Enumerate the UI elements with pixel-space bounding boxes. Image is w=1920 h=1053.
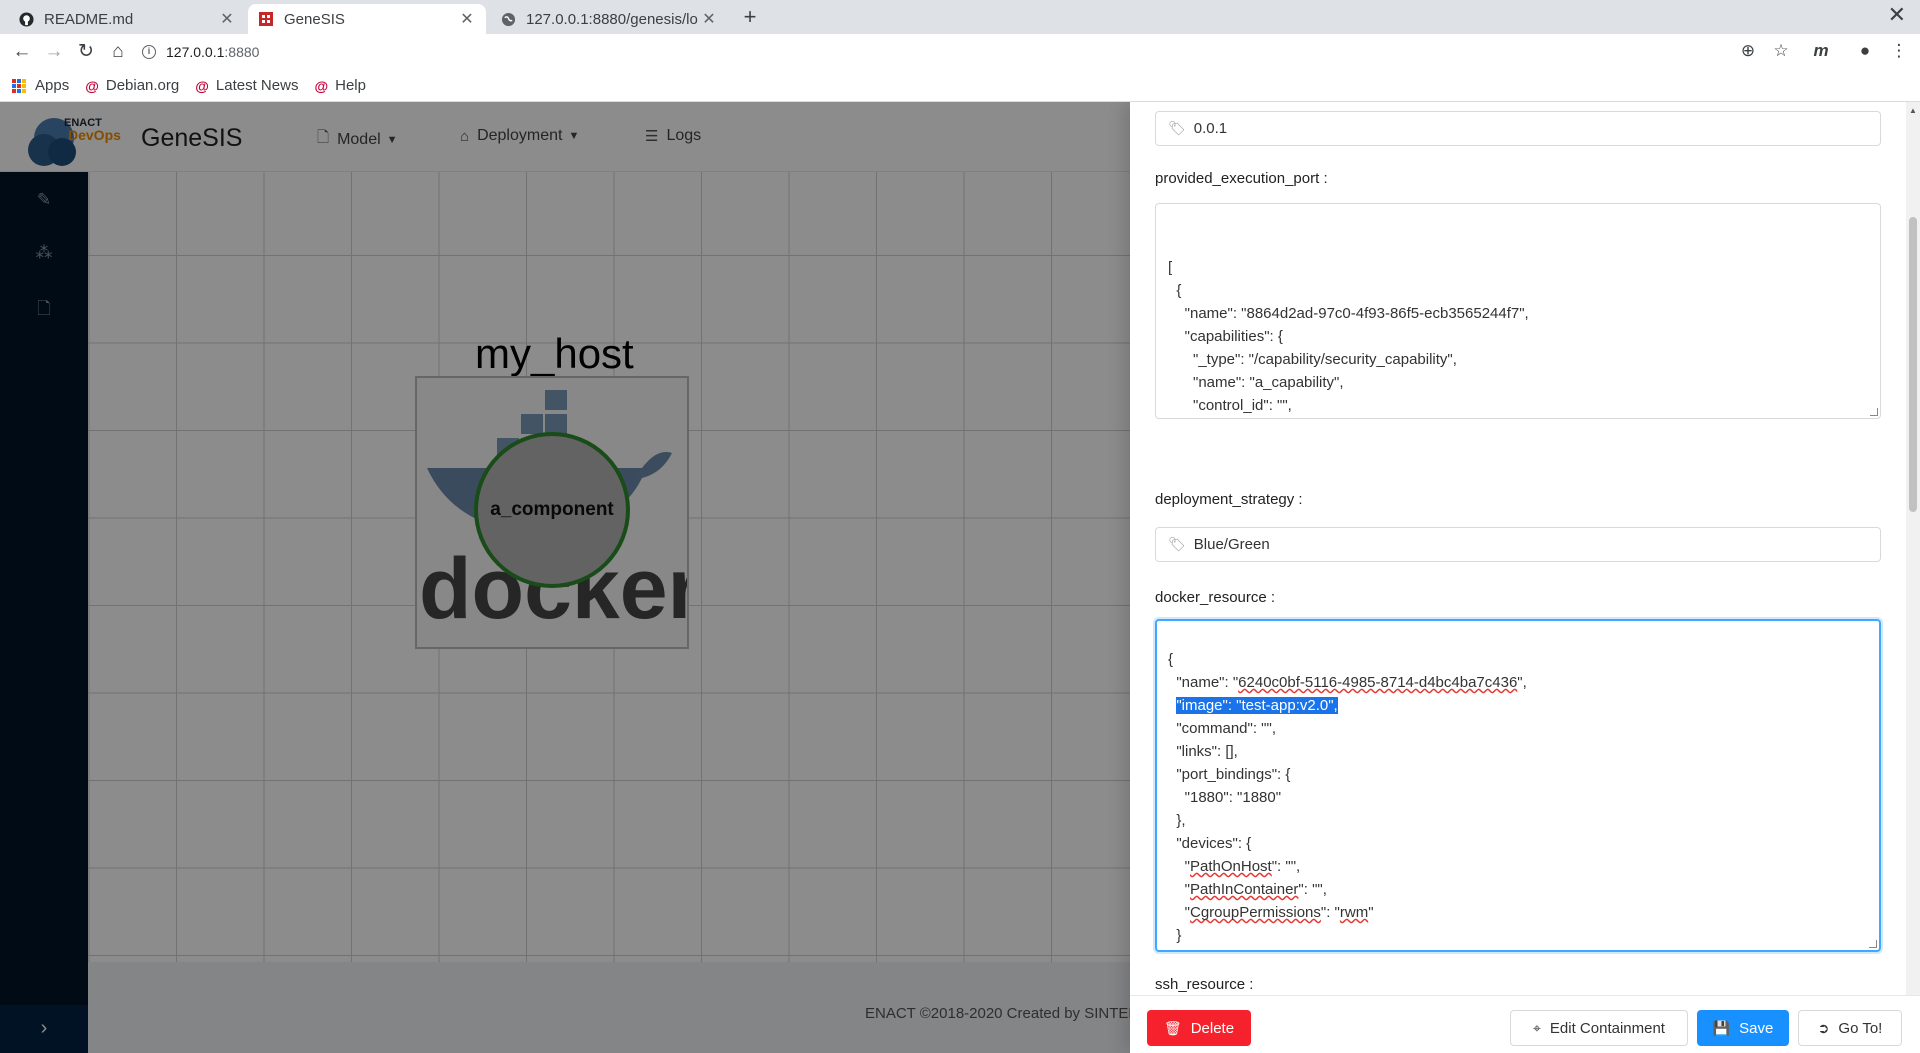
delete-button[interactable]: 🗑 Delete bbox=[1147, 1010, 1251, 1046]
extension-m-icon[interactable]: m bbox=[1810, 41, 1832, 61]
tag-icon: 🏷 bbox=[1168, 120, 1186, 136]
tab-genesis[interactable]: GeneSIS ✕ bbox=[248, 4, 486, 34]
bookmark-apps[interactable]: Apps bbox=[12, 77, 69, 94]
back-arrow-icon[interactable]: ← bbox=[10, 40, 34, 64]
debian-swirl-icon: @ bbox=[85, 77, 99, 94]
window-close-icon[interactable]: ✕ bbox=[1888, 2, 1906, 28]
goto-button[interactable]: ➲ Go To! bbox=[1798, 1010, 1902, 1046]
scroll-up-icon[interactable]: ▲ bbox=[1909, 106, 1917, 115]
github-icon bbox=[18, 11, 34, 27]
close-icon[interactable]: ✕ bbox=[458, 9, 476, 29]
save-icon: 💾 bbox=[1712, 1019, 1731, 1036]
location-pin-icon: ⌖ bbox=[1533, 1019, 1541, 1036]
arrow-circle-right-icon: ➲ bbox=[1817, 1019, 1830, 1036]
ssh-resource-label: ssh_resource : bbox=[1155, 976, 1254, 993]
provided-execution-port-label: provided_execution_port : bbox=[1155, 170, 1328, 187]
edit-containment-button[interactable]: ⌖ Edit Containment bbox=[1510, 1010, 1688, 1046]
home-icon[interactable]: ⌂ bbox=[106, 40, 130, 64]
debian-swirl-icon: @ bbox=[195, 77, 209, 94]
globe-icon bbox=[500, 11, 516, 27]
deployment-strategy-label: deployment_strategy : bbox=[1155, 491, 1303, 508]
apps-grid-icon bbox=[12, 78, 26, 93]
profile-icon[interactable]: ● bbox=[1854, 41, 1876, 61]
scrollbar-thumb[interactable] bbox=[1909, 217, 1917, 512]
reload-icon[interactable]: ↻ bbox=[74, 40, 98, 64]
zoom-icon[interactable]: ⊕ bbox=[1737, 41, 1759, 61]
new-tab-button[interactable]: + bbox=[736, 4, 764, 32]
bookmark-latest-news[interactable]: @ Latest News bbox=[195, 77, 298, 94]
drawer-body: 🏷 0.0.1 provided_execution_port : [ { "n… bbox=[1130, 102, 1906, 995]
docker-resource-textarea[interactable]: { "name": "6240c0bf-5116-4985-8714-d4bc4… bbox=[1155, 619, 1881, 952]
bookmark-debian[interactable]: @ Debian.org bbox=[85, 77, 179, 94]
bookmarks-bar: Apps @ Debian.org @ Latest News @ Help bbox=[0, 70, 1920, 102]
resize-handle-icon[interactable] bbox=[1870, 408, 1878, 416]
menu-kebab-icon[interactable]: ⋮ bbox=[1888, 41, 1910, 61]
browser-tab-bar: README.md ✕ GeneSIS ✕ 127.0.0.1:8880/gen… bbox=[0, 0, 1920, 34]
drawer-mask[interactable] bbox=[0, 102, 1130, 1053]
save-button[interactable]: 💾 Save bbox=[1697, 1010, 1789, 1046]
drawer-footer: 🗑 Delete ⌖ Edit Containment 💾 Save ➲ Go … bbox=[1130, 995, 1920, 1053]
genesis-favicon-icon bbox=[258, 11, 274, 27]
docker-resource-label: docker_resource : bbox=[1155, 589, 1276, 606]
close-icon[interactable]: ✕ bbox=[218, 9, 236, 29]
tag-icon: 🏷 bbox=[1168, 536, 1186, 552]
forward-arrow-icon[interactable]: → bbox=[42, 40, 66, 64]
info-icon: i bbox=[142, 45, 156, 59]
deployment-strategy-input[interactable]: 🏷 Blue/Green bbox=[1155, 527, 1881, 562]
version-input[interactable]: 🏷 0.0.1 bbox=[1155, 111, 1881, 146]
properties-drawer: 🏷 0.0.1 provided_execution_port : [ { "n… bbox=[1130, 102, 1920, 1053]
tab-genesis-logs[interactable]: 127.0.0.1:8880/genesis/lo ✕ bbox=[490, 4, 728, 34]
close-icon[interactable]: ✕ bbox=[700, 9, 718, 29]
resize-handle-icon[interactable] bbox=[1869, 940, 1877, 948]
tab-readme[interactable]: README.md ✕ bbox=[8, 4, 246, 34]
star-icon[interactable]: ☆ bbox=[1770, 41, 1792, 61]
drawer-scrollbar[interactable]: ▲ bbox=[1906, 102, 1920, 995]
address-bar[interactable]: i 127.0.0.1:8880 bbox=[142, 37, 1762, 67]
genesis-app: ENACT DevOps GeneSIS 🗋 Model ▼ ⌂ Deploym… bbox=[0, 102, 1920, 1053]
bookmark-help[interactable]: @ Help bbox=[314, 77, 366, 94]
browser-toolbar: ← → ↻ ⌂ i 127.0.0.1:8880 ⊕ ☆ m ● ⋮ bbox=[0, 34, 1920, 70]
selected-text: "image": "test-app:v2.0", bbox=[1176, 697, 1338, 714]
trash-icon: 🗑 bbox=[1163, 1019, 1182, 1036]
provided-execution-port-textarea[interactable]: [ { "name": "8864d2ad-97c0-4f93-86f5-ecb… bbox=[1155, 203, 1881, 419]
debian-swirl-icon: @ bbox=[314, 77, 329, 94]
